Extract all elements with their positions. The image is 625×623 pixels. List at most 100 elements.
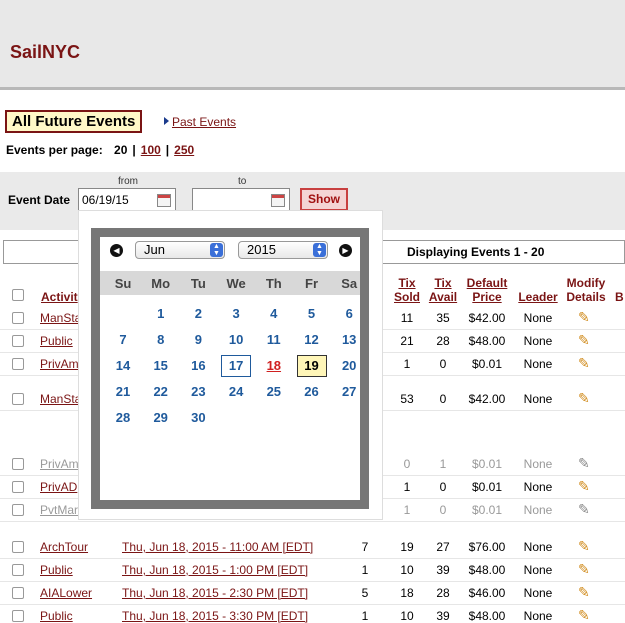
prev-month-icon[interactable]: ◀ xyxy=(110,244,123,257)
row-checkbox[interactable] xyxy=(12,587,24,599)
event-date-link[interactable]: Thu, Jun 18, 2015 - 3:30 PM [EDT] xyxy=(122,609,342,623)
price-cell: $42.00 xyxy=(468,392,506,406)
calendar-day[interactable]: 28 xyxy=(108,407,138,429)
edit-pencil-icon[interactable]: ✎ xyxy=(578,390,590,407)
leader-cell: None xyxy=(523,334,553,348)
calendar-day[interactable]: 23 xyxy=(183,381,213,403)
leader-cell: None xyxy=(523,311,553,325)
col-tix-avail-header[interactable]: Tix Avail xyxy=(427,276,459,304)
row-checkbox[interactable] xyxy=(12,393,24,405)
edit-pencil-icon[interactable]: ✎ xyxy=(578,332,590,349)
events-per-page: Events per page: 20 | 100 | 250 xyxy=(6,143,195,157)
row-checkbox[interactable] xyxy=(12,335,24,347)
calendar-icon[interactable] xyxy=(157,194,171,207)
activity-link[interactable]: Public xyxy=(40,563,90,577)
row-checkbox[interactable] xyxy=(12,564,24,576)
edit-pencil-icon[interactable]: ✎ xyxy=(578,538,590,555)
calendar-popup: ◀ Jun ▲ ▼ 2015 ▲ ▼ ▶ Su Mo Tu We Th Fr Sa 12345678… xyxy=(91,228,369,509)
per-page-100[interactable]: 100 xyxy=(141,143,161,157)
calendar-day[interactable]: 8 xyxy=(146,329,176,351)
next-month-icon[interactable]: ▶ xyxy=(339,244,352,257)
price-cell: $48.00 xyxy=(468,609,506,623)
col-activity-header[interactable]: Activit xyxy=(41,290,78,304)
calendar-day[interactable]: 1 xyxy=(146,303,176,325)
calendar-day[interactable]: 12 xyxy=(297,329,327,351)
activity-link[interactable]: Public xyxy=(40,609,90,623)
edit-pencil-icon[interactable]: ✎ xyxy=(578,584,590,601)
year-select[interactable]: 2015 ▲ ▼ xyxy=(238,241,328,259)
calendar-day[interactable]: 5 xyxy=(297,303,327,325)
edit-pencil-icon[interactable]: ✎ xyxy=(578,561,590,578)
date-to-input[interactable] xyxy=(192,188,290,211)
calendar-day[interactable]: 19 xyxy=(296,355,327,377)
calendar-day[interactable]: 4 xyxy=(259,303,289,325)
calendar-day[interactable]: 10 xyxy=(221,329,251,351)
calendar-day[interactable]: 24 xyxy=(221,381,251,403)
row-divider xyxy=(0,521,625,522)
activity-link[interactable]: ArchTour xyxy=(40,540,90,554)
edit-pencil-icon[interactable]: ✎ xyxy=(578,607,590,623)
row-checkbox[interactable] xyxy=(12,610,24,622)
calendar-day[interactable]: 22 xyxy=(146,381,176,403)
calendar-day[interactable]: 16 xyxy=(183,355,213,377)
row-checkbox[interactable] xyxy=(12,358,24,370)
date-from-input[interactable]: 06/19/15 xyxy=(78,188,176,211)
price-cell: $0.01 xyxy=(471,457,503,471)
tab-past-events[interactable]: Past Events xyxy=(164,115,236,129)
calendar-day[interactable]: 25 xyxy=(259,381,289,403)
per-page-250[interactable]: 250 xyxy=(174,143,194,157)
price-cell: $0.01 xyxy=(471,503,503,517)
calendar-day[interactable]: 13 xyxy=(334,329,364,351)
edit-pencil-icon[interactable]: ✎ xyxy=(578,455,590,472)
calendar-day[interactable]: 18 xyxy=(259,355,289,377)
leader-cell: None xyxy=(523,480,553,494)
per-page-20[interactable]: 20 xyxy=(114,143,127,157)
calendar-day[interactable]: 3 xyxy=(221,303,251,325)
calendar-day[interactable]: 29 xyxy=(146,407,176,429)
col-leader-header[interactable]: Leader xyxy=(516,290,560,304)
edit-pencil-icon[interactable]: ✎ xyxy=(578,478,590,495)
calendar-day[interactable]: 26 xyxy=(297,381,327,403)
row-checkbox[interactable] xyxy=(12,458,24,470)
show-button[interactable]: Show xyxy=(300,188,348,211)
col-tix-sold-header[interactable]: Tix Sold xyxy=(392,276,422,304)
event-date-link[interactable]: Thu, Jun 18, 2015 - 2:30 PM [EDT] xyxy=(122,586,342,600)
leader-cell: None xyxy=(523,357,553,371)
row-checkbox[interactable] xyxy=(12,312,24,324)
edit-pencil-icon[interactable]: ✎ xyxy=(578,501,590,518)
app-header: SailNYC xyxy=(0,0,625,90)
leader-cell: None xyxy=(523,503,553,517)
calendar-day[interactable]: 6 xyxy=(334,303,364,325)
leader-cell: None xyxy=(523,586,553,600)
select-all-checkbox[interactable] xyxy=(12,289,24,301)
event-date-label: Event Date xyxy=(8,193,71,207)
event-date-link[interactable]: Thu, Jun 18, 2015 - 1:00 PM [EDT] xyxy=(122,563,342,577)
row-checkbox[interactable] xyxy=(12,541,24,553)
edit-pencil-icon[interactable]: ✎ xyxy=(578,355,590,372)
weekday-label: Sa xyxy=(341,276,358,291)
calendar-day[interactable]: 14 xyxy=(108,355,138,377)
calendar-day[interactable]: 21 xyxy=(108,381,138,403)
tix-sold-cell: 11 xyxy=(400,311,414,325)
price-cell: $42.00 xyxy=(468,311,506,325)
activity-link[interactable]: AIALower xyxy=(40,586,92,600)
calendar-day[interactable]: 15 xyxy=(146,355,176,377)
calendar-day[interactable]: 17 xyxy=(221,355,252,377)
calendar-day[interactable]: 30 xyxy=(183,407,213,429)
calendar-day[interactable]: 7 xyxy=(108,329,138,351)
calendar-day[interactable]: 27 xyxy=(334,381,364,403)
calendar-icon[interactable] xyxy=(271,194,285,207)
calendar-day[interactable]: 20 xyxy=(334,355,364,377)
month-select[interactable]: Jun ▲ ▼ xyxy=(135,241,225,259)
tab-all-future-events[interactable]: All Future Events xyxy=(5,110,143,133)
calendar-day[interactable]: 11 xyxy=(259,329,289,351)
col-default-price-header[interactable]: Default Price xyxy=(464,276,510,304)
edit-pencil-icon[interactable]: ✎ xyxy=(578,309,590,326)
row-checkbox[interactable] xyxy=(12,504,24,516)
row-checkbox[interactable] xyxy=(12,481,24,493)
calendar-day[interactable]: 2 xyxy=(183,303,213,325)
event-date-link[interactable]: Thu, Jun 18, 2015 - 11:00 AM [EDT] xyxy=(122,540,342,554)
leader-cell: None xyxy=(523,457,553,471)
arrow-right-icon xyxy=(164,117,169,125)
calendar-day[interactable]: 9 xyxy=(183,329,213,351)
